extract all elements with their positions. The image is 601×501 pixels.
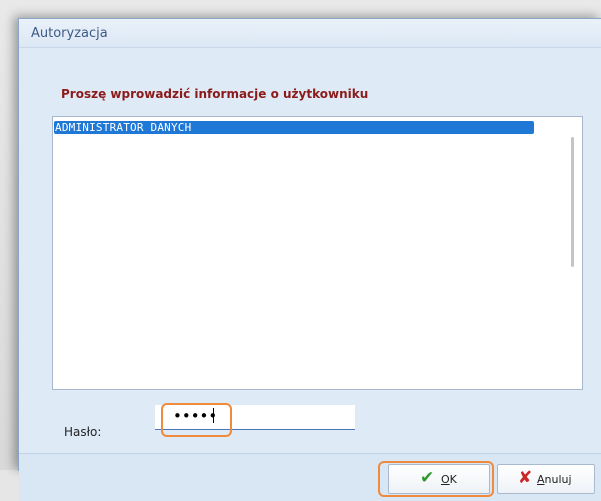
- password-highlight-annotation: [161, 403, 232, 437]
- list-scrollbar[interactable]: [568, 117, 582, 389]
- prompt-label: Proszę wprowadzić informacje o użytkowni…: [61, 87, 369, 101]
- authorization-dialog: Autoryzacja Proszę wprowadzić informacje…: [18, 18, 601, 501]
- dialog-body: Proszę wprowadzić informacje o użytkowni…: [19, 48, 601, 501]
- scroll-thumb[interactable]: [571, 137, 574, 267]
- user-list[interactable]: ADMINISTRATOR DANYCH: [52, 116, 583, 390]
- x-icon: ✘: [518, 468, 533, 488]
- list-item-administrator[interactable]: ADMINISTRATOR DANYCH: [54, 121, 534, 134]
- window-title: Autoryzacja: [31, 26, 108, 41]
- title-bar[interactable]: Autoryzacja: [19, 19, 601, 48]
- cancel-button-label: Anuluj: [537, 473, 572, 486]
- ok-highlight-annotation: [378, 461, 494, 497]
- cancel-button[interactable]: ✘ Anuluj: [497, 464, 595, 494]
- password-label: Hasło:: [64, 425, 102, 439]
